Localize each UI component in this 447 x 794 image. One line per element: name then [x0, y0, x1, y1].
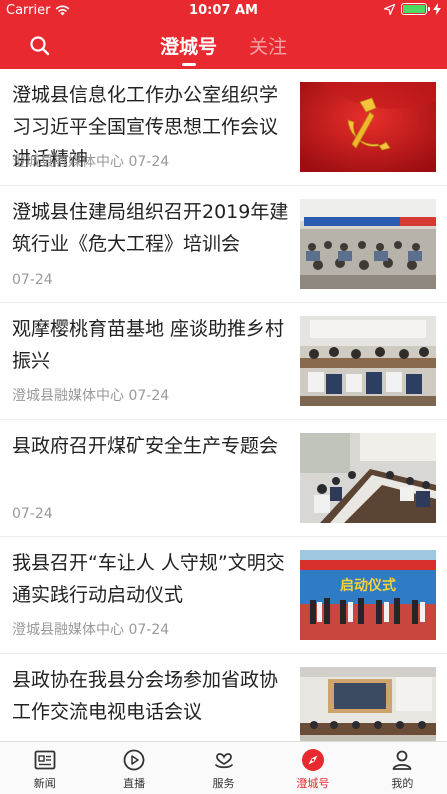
news-title: 澄城县住建局组织召开2019年建筑行业《危大工程》培训会 [12, 201, 289, 255]
news-title: 观摩樱桃育苗基地 座谈助推乡村振兴 [12, 318, 285, 372]
battery-fill [403, 5, 425, 13]
top-navigation: 澄城号 关注 [0, 22, 447, 69]
training-meeting-thumbnail [300, 199, 436, 289]
news-title: 我县召开“车让人 人守规”文明交通实践行动启动仪式 [12, 552, 285, 606]
launch-ceremony-thumbnail: 启动仪式 [300, 550, 436, 640]
news-meta: 07-24 [12, 272, 53, 288]
news-meta: 07-24 [12, 506, 53, 522]
active-tab-indicator [182, 63, 196, 66]
news-source: 澄城县融媒体中心 [12, 388, 124, 404]
tabbar-item-service[interactable]: 服务 [179, 742, 268, 794]
tabbar-item-news[interactable]: 新闻 [0, 742, 89, 794]
tab-chengcheng-hao-label: 澄城号 [160, 36, 218, 58]
bottom-tab-bar: 新闻 直播 服务 澄城号 我的 [0, 741, 447, 794]
tab-follow-label: 关注 [249, 36, 288, 58]
tabbar-item-chengcheng-hao[interactable]: 澄城号 [268, 742, 357, 794]
news-item[interactable]: 观摩樱桃育苗基地 座谈助推乡村振兴 澄城县融媒体中心 07-24 [0, 303, 447, 420]
news-meta: 澄城县融媒体中心 07-24 [12, 619, 169, 639]
tabbar-label-news: 新闻 [33, 777, 56, 790]
conference-table-thumbnail [300, 433, 436, 523]
tabbar-label-live: 直播 [123, 777, 146, 790]
ceremony-banner-text: 启动仪式 [340, 577, 396, 594]
news-item[interactable]: 县政府召开煤矿安全生产专题会 07-24 [0, 420, 447, 537]
search-icon[interactable] [28, 34, 52, 58]
status-indicators [384, 3, 441, 15]
service-icon [214, 753, 233, 769]
header-tabs: 澄城号 关注 [160, 32, 287, 66]
news-meta: 澄城县融媒体中心 07-24 [12, 385, 169, 405]
news-item[interactable]: 澄城县信息化工作办公室组织学习习近平全国宣传思想工作会议讲话精神 澄城县融媒体中… [0, 69, 447, 186]
news-item[interactable]: 我县召开“车让人 人守规”文明交通实践行动启动仪式 澄城县融媒体中心 07-24… [0, 537, 447, 654]
compass-icon [301, 749, 324, 771]
news-date: 07-24 [12, 272, 53, 288]
location-arrow-icon [384, 3, 395, 15]
status-bar: Carrier 10:07 AM [0, 0, 447, 22]
video-conference-thumbnail [300, 667, 436, 741]
tabbar-item-live[interactable]: 直播 [89, 742, 178, 794]
charging-bolt-icon [433, 3, 441, 15]
tab-chengcheng-hao[interactable]: 澄城号 [160, 32, 218, 66]
news-source: 澄城县融媒体中心 [12, 622, 124, 638]
news-title: 县政协在我县分会场参加省政协工作交流电视电话会议 [12, 669, 279, 723]
tabbar-label-service: 服务 [212, 777, 235, 790]
tabbar-item-mine[interactable]: 我的 [358, 742, 447, 794]
tabbar-label-chengcheng-hao: 澄城号 [296, 777, 330, 790]
news-date: 07-24 [128, 154, 170, 170]
tab-follow[interactable]: 关注 [249, 32, 287, 62]
battery-icon [401, 3, 430, 15]
person-icon [392, 750, 412, 770]
news-date: 07-24 [12, 506, 53, 522]
seminar-thumbnail [300, 316, 436, 406]
news-item[interactable]: 澄城县住建局组织召开2019年建筑行业《危大工程》培训会 07-24 [0, 186, 447, 303]
news-feed: 澄城县信息化工作办公室组织学习习近平全国宣传思想工作会议讲话精神 澄城县融媒体中… [0, 69, 447, 741]
app-header: Carrier 10:07 AM 澄城号 关注 [0, 0, 447, 69]
party-emblem-thumbnail [300, 82, 436, 172]
news-date: 07-24 [128, 622, 170, 638]
tabbar-label-mine: 我的 [391, 777, 414, 790]
news-icon [34, 750, 56, 770]
news-date: 07-24 [128, 388, 170, 404]
news-title: 县政府召开煤矿安全生产专题会 [12, 435, 279, 457]
news-item[interactable]: 县政协在我县分会场参加省政协工作交流电视电话会议 [0, 654, 447, 741]
news-meta: 澄城县融媒体中心 07-24 [12, 151, 169, 171]
clock: 10:07 AM [189, 3, 258, 18]
news-source: 澄城县融媒体中心 [12, 154, 124, 170]
play-icon [123, 749, 145, 771]
